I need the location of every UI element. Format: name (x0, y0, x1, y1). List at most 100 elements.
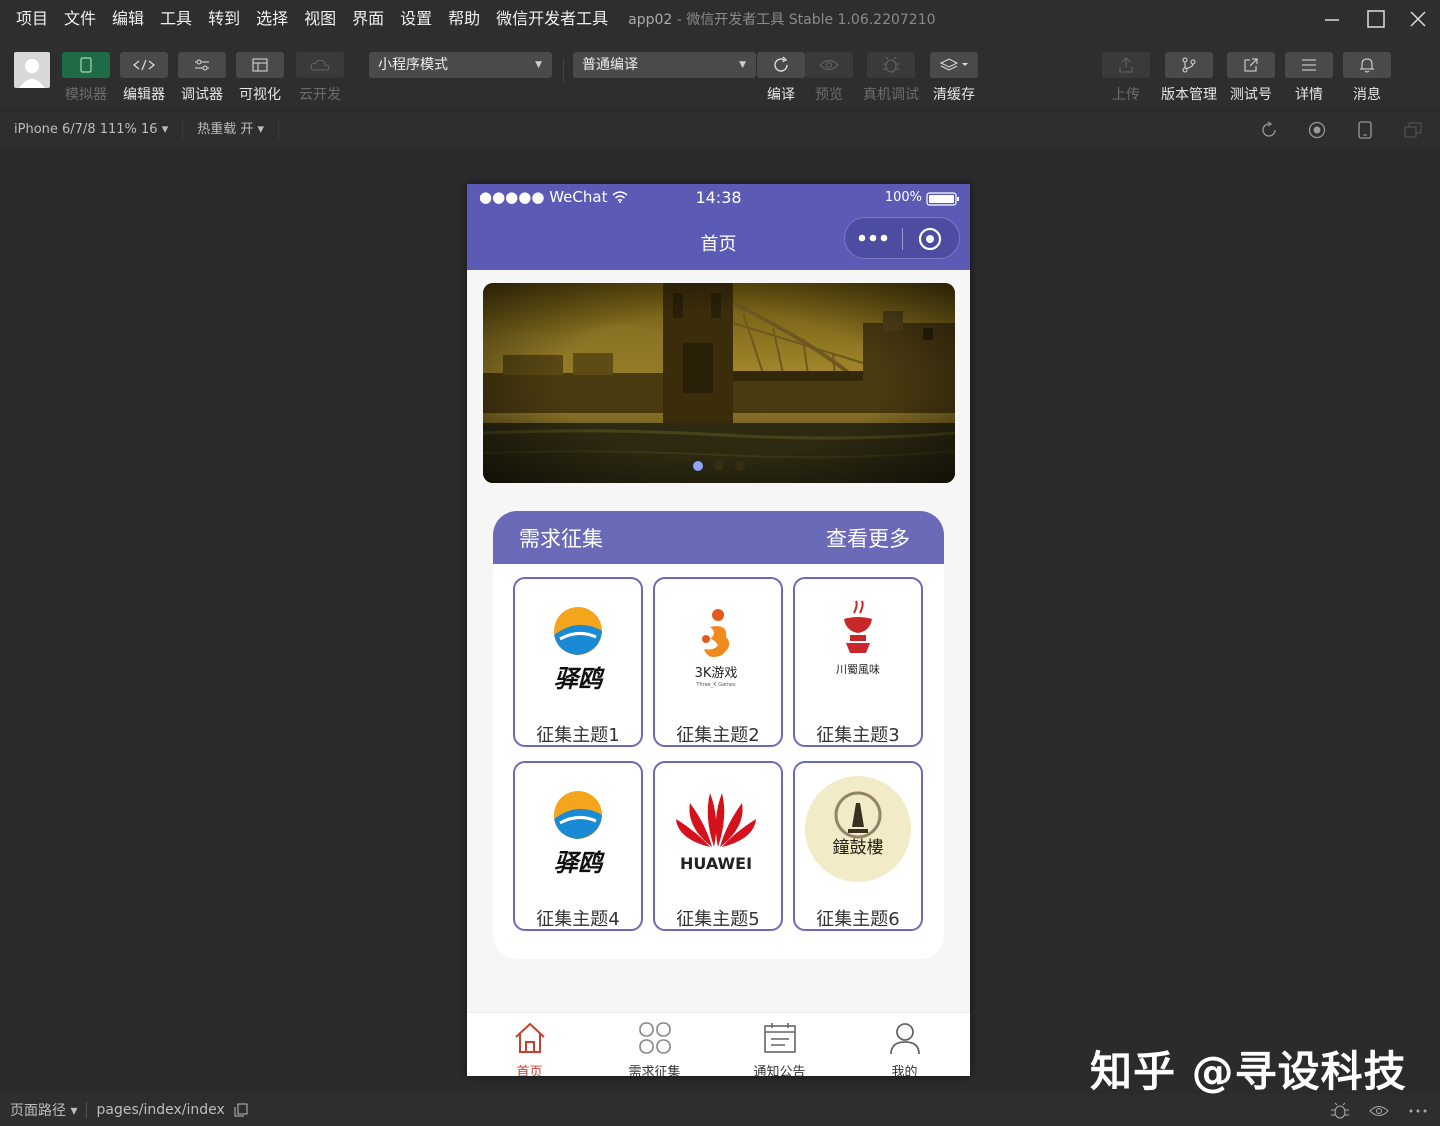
upload-icon (1119, 57, 1133, 73)
layers-icon (939, 58, 968, 71)
yiou-logo: 驿鸥 (520, 587, 636, 703)
bug-icon[interactable] (1330, 1102, 1350, 1120)
remote-debug-button[interactable] (867, 52, 915, 78)
eye-icon[interactable] (1369, 1104, 1389, 1118)
cloud-button[interactable] (296, 52, 344, 78)
menu-wechat-devtools[interactable]: 微信开发者工具 (490, 0, 614, 38)
messages-tool[interactable]: 消息 (1343, 52, 1391, 104)
menu-goto[interactable]: 转到 (202, 0, 246, 38)
phone-nav-bar: 首页 (467, 212, 970, 270)
swiper-dot[interactable] (714, 461, 724, 471)
menu-help[interactable]: 帮助 (442, 0, 486, 38)
window-title: app02 - 微信开发者工具 Stable 1.06.2207210 (628, 9, 935, 29)
more-icon[interactable] (858, 232, 888, 244)
close-mini-program-icon[interactable] (918, 227, 942, 251)
chuanshu-logo: 川蜀風味 (800, 587, 916, 703)
mode-select[interactable]: 小程序模式 ▼ (369, 52, 552, 78)
more-icon[interactable] (1409, 1108, 1427, 1114)
tab-mine[interactable]: 我的 (842, 1013, 967, 1076)
huawei-logo: HUAWEI (660, 771, 776, 887)
messages-button[interactable] (1343, 52, 1391, 78)
grid-icon (639, 1022, 671, 1054)
menu-project[interactable]: 项目 (10, 0, 54, 38)
tab-bar: 首页 需求征集 通知公告 我的 (467, 1012, 970, 1076)
menu-select[interactable]: 选择 (250, 0, 294, 38)
home-icon (515, 1022, 545, 1053)
banner-image (483, 283, 955, 483)
swiper-dot[interactable] (693, 461, 703, 471)
detach-window-button[interactable] (1403, 120, 1423, 140)
topic-tile-6[interactable]: 鐘鼓樓 征集主题6 (793, 761, 923, 931)
preview-button[interactable] (805, 52, 853, 78)
tab-notice[interactable]: 通知公告 (717, 1013, 842, 1076)
hot-reload-select[interactable]: 热重载 开 ▾ (183, 119, 280, 140)
test-account-button[interactable] (1227, 52, 1275, 78)
chevron-down-icon: ▼ (535, 60, 542, 70)
visual-button[interactable] (236, 52, 284, 78)
details-tool[interactable]: 详情 (1285, 52, 1333, 104)
menu-tools[interactable]: 工具 (154, 0, 198, 38)
menu-edit[interactable]: 编辑 (106, 0, 150, 38)
page-path-label[interactable]: 页面路径 ▾ (10, 1100, 77, 1120)
device-select[interactable]: iPhone 6/7/8 111% 16 ▾ (0, 119, 184, 140)
user-avatar[interactable] (14, 52, 50, 88)
details-button[interactable] (1285, 52, 1333, 78)
record-icon (1308, 121, 1326, 139)
topic-tile-1[interactable]: 驿鸥 征集主题1 (513, 577, 643, 747)
version-button[interactable] (1165, 52, 1213, 78)
maximize-button[interactable] (1354, 0, 1398, 38)
tab-home[interactable]: 首页 (467, 1013, 592, 1076)
editor-tool[interactable]: 编辑器 (120, 52, 168, 104)
code-icon (133, 59, 155, 71)
compile-button[interactable] (757, 52, 805, 78)
clear-cache-button[interactable] (930, 52, 978, 78)
topic-tile-5[interactable]: HUAWEI 征集主题5 (653, 761, 783, 931)
upload-button[interactable] (1102, 52, 1150, 78)
mode-select-value: 小程序模式 (378, 57, 448, 73)
editor-button[interactable] (120, 52, 168, 78)
debugger-button[interactable] (178, 52, 226, 78)
menu-view[interactable]: 视图 (298, 0, 342, 38)
copy-icon[interactable] (234, 1103, 248, 1117)
refresh-icon (774, 56, 788, 72)
topic-caption: 征集主题5 (676, 909, 760, 930)
debugger-tool[interactable]: 调试器 (178, 52, 226, 104)
test-account-tool[interactable]: 测试号 (1227, 52, 1275, 104)
games-logo-text: 3K游戏 (695, 666, 738, 681)
section-title: 需求征集 (519, 527, 603, 551)
swiper-dot[interactable] (735, 461, 745, 471)
visual-tool[interactable]: 可视化 (236, 52, 284, 104)
menu-interface[interactable]: 界面 (346, 0, 390, 38)
cloud-tool[interactable]: 云开发 (296, 52, 344, 104)
topic-tile-2[interactable]: 3K游戏 Three_K Games 征集主题2 (653, 577, 783, 747)
user-avatar-icon (19, 59, 45, 88)
phone-simulator: ●●●●● WeChat 14:38 100% 首页 需求征集 查看更多 驿鸥 … (467, 184, 970, 1076)
topic-tile-3[interactable]: 川蜀風味 征集主题3 (793, 577, 923, 747)
yiou-logo-text: 驿鸥 (554, 665, 605, 693)
zhonggu-logo-image: 鐘鼓樓 (805, 776, 911, 882)
view-more-link[interactable]: 查看更多 (826, 523, 910, 553)
clear-cache-tool[interactable]: 清缓存 (930, 52, 978, 104)
tab-demand[interactable]: 需求征集 (592, 1013, 717, 1076)
banner-swiper[interactable] (483, 283, 955, 483)
preview-tool[interactable]: 预览 (805, 52, 853, 104)
cloud-icon (310, 59, 330, 71)
menu-settings[interactable]: 设置 (394, 0, 438, 38)
upload-tool[interactable]: 上传 (1102, 52, 1150, 104)
remote-debug-tool[interactable]: 真机调试 (863, 52, 919, 104)
close-button[interactable] (1396, 0, 1440, 38)
minimize-button[interactable] (1310, 0, 1354, 38)
topic-tile-4[interactable]: 驿鸥 征集主题4 (513, 761, 643, 931)
simulator-tool[interactable]: 模拟器 (62, 52, 110, 104)
record-button[interactable] (1307, 120, 1327, 140)
section-header: 需求征集 查看更多 (493, 511, 944, 564)
version-tool[interactable]: 版本管理 (1161, 52, 1217, 104)
games-logo: 3K游戏 Three_K Games (660, 587, 776, 703)
menu-file[interactable]: 文件 (58, 0, 102, 38)
device-toggle-button[interactable] (1355, 120, 1375, 140)
demand-section: 需求征集 查看更多 驿鸥 征集主题1 3K游戏 Three_K Games 征集… (493, 511, 944, 959)
simulator-button[interactable] (62, 52, 110, 78)
compile-select[interactable]: 普通编译 ▼ (573, 52, 756, 78)
status-divider (86, 1102, 88, 1118)
rotate-button[interactable] (1259, 120, 1279, 140)
